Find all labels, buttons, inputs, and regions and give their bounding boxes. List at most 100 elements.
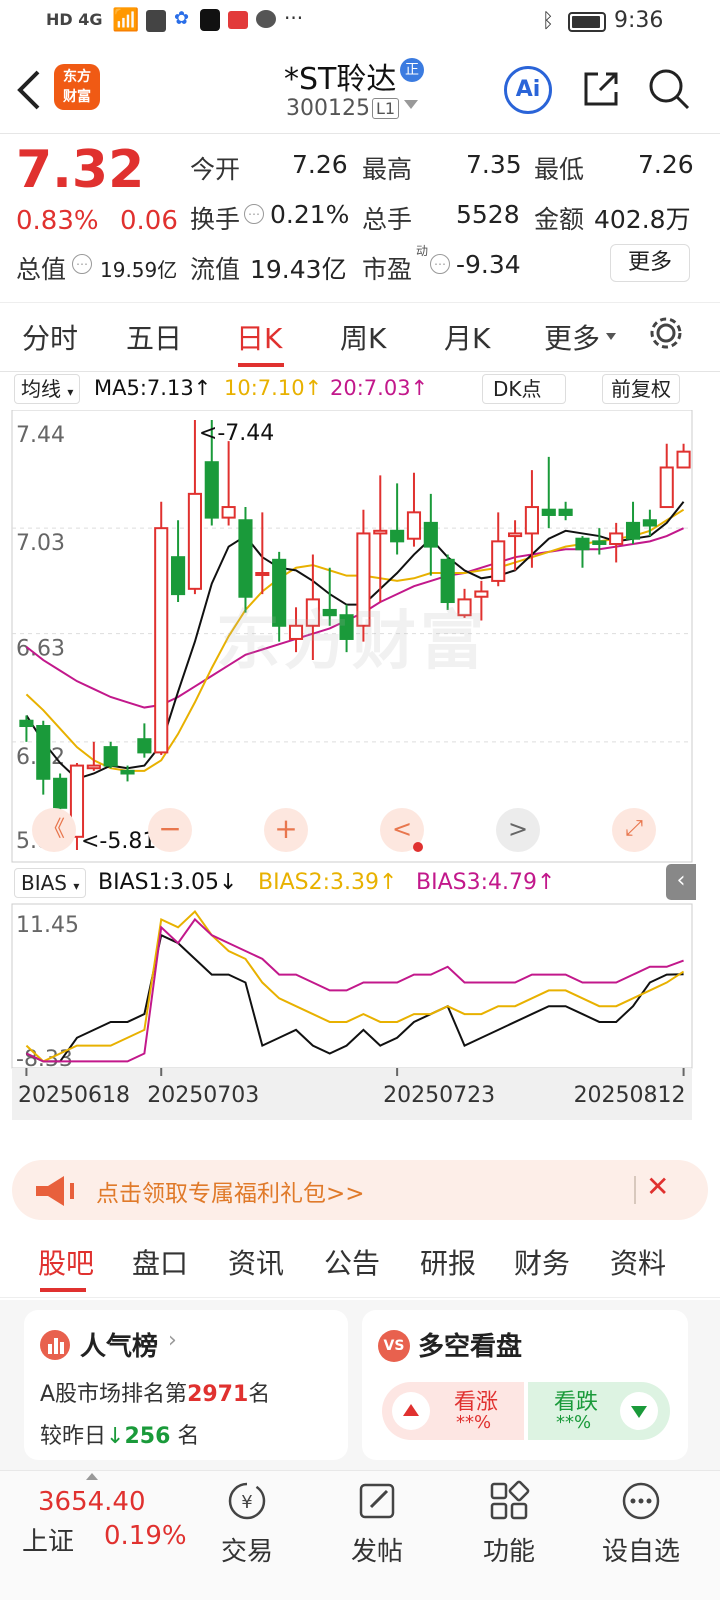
candle-up	[373, 529, 388, 535]
index-name[interactable]: 上证	[22, 1521, 74, 1558]
active-tab-indicator	[238, 363, 284, 367]
tab-daily-k[interactable]: 日K	[236, 317, 282, 357]
tiktok-icon	[200, 9, 220, 31]
change-amount: 0.06	[120, 206, 178, 236]
tab-announcements[interactable]: 公告	[324, 1242, 380, 1282]
tab-orderbook[interactable]: 盘口	[132, 1242, 188, 1282]
more-notifications-icon: ···	[284, 6, 304, 30]
bias1-line	[26, 933, 684, 1063]
index-change[interactable]: 0.19%	[104, 1521, 187, 1551]
float-value: 19.43亿	[250, 255, 347, 284]
paw-icon: ✿	[174, 8, 190, 29]
ma-indicator-bar: 均线 ▾ MA5:7.13↑ 10:7.10↑ 20:7.03↑ DK点 前复权	[0, 372, 720, 414]
promo-banner[interactable]: 点击领取专属福利礼包>> ✕	[12, 1160, 708, 1220]
rank-change-line: 较昨日↓256 名	[40, 1418, 199, 1450]
tab-news[interactable]: 资讯	[228, 1242, 284, 1282]
back-icon[interactable]	[14, 68, 44, 112]
change-suffix: 名	[177, 1424, 200, 1449]
info-icon[interactable]: ⋯	[244, 204, 264, 224]
expand-panel-tab[interactable]: ‹	[666, 864, 696, 900]
zoom-out-button[interactable]: −	[148, 808, 192, 852]
promo-close-icon[interactable]: ✕	[646, 1170, 669, 1203]
zoom-in-button[interactable]: +	[264, 808, 308, 852]
new-dot-indicator	[413, 842, 423, 852]
candle-down	[120, 769, 135, 775]
ma20-value: 20:7.03↑	[330, 376, 429, 400]
ma-selector-label: 均线	[21, 377, 61, 401]
candle-up	[86, 764, 101, 770]
high-value: 7.35	[466, 150, 522, 179]
collapse-left-button[interactable]: 《	[32, 808, 76, 852]
share-icon[interactable]	[580, 68, 622, 110]
ma-selector[interactable]: 均线 ▾	[14, 374, 81, 404]
candle-down	[137, 738, 152, 754]
x-axis-date-label: 20250618	[18, 1083, 130, 1108]
nav-functions[interactable]: 功能	[454, 1471, 564, 1568]
mktcap-label: 总值	[16, 255, 67, 284]
x-axis-date-label: 20250812	[574, 1083, 686, 1108]
tab-forum[interactable]: 股吧	[38, 1242, 94, 1282]
kline-chart-svg[interactable]: 7.447.036.636.225.81<-7.44<-5.8111.45-8.…	[0, 410, 720, 1130]
amount-value: 402.8万	[594, 205, 691, 234]
candle-down	[558, 508, 573, 516]
high-label: 最高	[362, 155, 413, 184]
bear-button[interactable]: 看跌 **%	[528, 1382, 670, 1440]
index-expand-icon[interactable]	[86, 1473, 98, 1480]
app-logo[interactable]: 东方 财富	[54, 64, 100, 110]
nav-add-watchlist[interactable]: 设自选	[586, 1471, 696, 1568]
ai-button[interactable]: Ai	[504, 66, 552, 114]
info-icon[interactable]: ⋯	[72, 254, 92, 274]
popularity-card[interactable]: 人气榜 › A股市场排名第2971名 较昨日↓256 名	[24, 1310, 348, 1460]
volume-label: 总手	[362, 205, 413, 234]
open-value: 7.26	[292, 150, 348, 179]
promo-divider	[634, 1176, 636, 1204]
search-icon[interactable]	[646, 66, 692, 112]
nav-trade[interactable]: ¥ 交易	[192, 1471, 302, 1568]
megaphone-icon	[36, 1176, 74, 1206]
price-adjust-selector[interactable]: 前复权	[602, 374, 680, 404]
settings-gear-icon[interactable]	[648, 315, 684, 351]
bull-value: **%	[456, 1412, 492, 1433]
chevron-right-icon: ›	[168, 1328, 177, 1353]
tab-monthly-k[interactable]: 月K	[444, 317, 490, 357]
candle-down	[238, 519, 253, 598]
grid-icon	[490, 1480, 530, 1520]
content-tabs: 股吧 盘口 资讯 公告 研报 财务 资料	[0, 1228, 720, 1298]
info-icon[interactable]: ⋯	[430, 254, 450, 274]
candle-down	[19, 719, 34, 728]
tab-intraday[interactable]: 分时	[22, 317, 78, 357]
indicator-selector[interactable]: BIAS ▾	[14, 868, 87, 898]
tab-research[interactable]: 研报	[420, 1242, 476, 1282]
tab-more[interactable]: 更多	[544, 317, 600, 357]
index-value[interactable]: 3654.40	[38, 1487, 146, 1517]
tab-finance[interactable]: 财务	[514, 1242, 570, 1282]
tab-profile[interactable]: 资料	[610, 1242, 666, 1282]
scroll-next-button[interactable]: >	[496, 808, 540, 852]
bias3-line	[26, 917, 684, 1063]
ma10-value: 10:7.10↑	[224, 376, 323, 400]
nav-add-watchlist-label: 设自选	[601, 1537, 680, 1567]
tab-five-day[interactable]: 五日	[126, 317, 182, 357]
level-badge[interactable]: L1	[372, 98, 400, 119]
ma-selector-dropdown-icon: ▾	[67, 385, 74, 399]
more-button[interactable]: 更多	[610, 244, 690, 282]
bluetooth-icon: ᛒ	[542, 8, 554, 32]
fullscreen-button[interactable]: ⤢	[612, 808, 656, 852]
candle-down	[423, 521, 438, 548]
sentiment-title: 多空看盘	[418, 1332, 523, 1362]
candle-up	[609, 532, 624, 545]
candle-down	[575, 537, 590, 551]
tab-weekly-k[interactable]: 周K	[340, 317, 386, 357]
status-bar: HD 4G 📶 ✿ ··· ᛒ 9:36	[0, 0, 720, 46]
level-dropdown-icon[interactable]	[404, 100, 418, 109]
low-value: 7.26	[638, 150, 694, 179]
chat-icon	[256, 10, 276, 28]
kline-chart-area[interactable]: 7.447.036.636.225.81<-7.44<-5.8111.45-8.…	[0, 410, 720, 1130]
candle-down	[390, 529, 405, 543]
promo-text: 点击领取专属福利礼包>>	[96, 1181, 365, 1207]
bull-button[interactable]: 看涨 **%	[382, 1382, 524, 1440]
nav-post-label: 发帖	[350, 1537, 403, 1567]
app-icon	[146, 10, 166, 32]
dk-point-selector[interactable]: DK点	[482, 374, 566, 404]
nav-post[interactable]: 发帖	[322, 1471, 432, 1568]
